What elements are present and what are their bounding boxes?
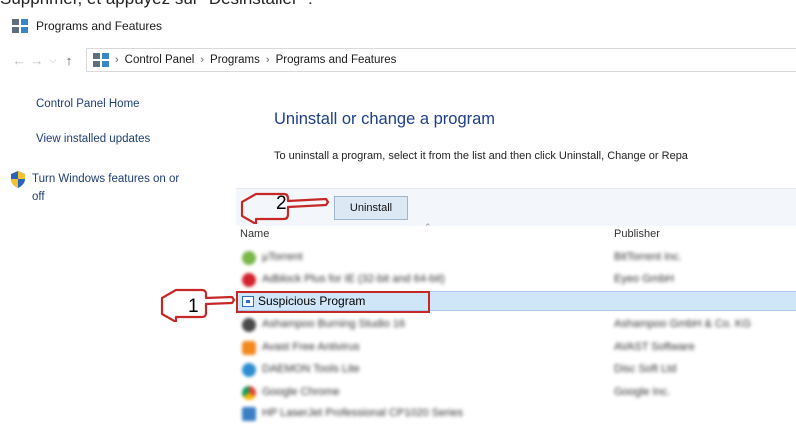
daemon-tools-icon [242, 363, 256, 377]
program-publisher: BitTorrent Inc. [614, 251, 682, 263]
ashampoo-icon [242, 318, 256, 332]
program-name: DAEMON Tools Lite [262, 363, 360, 375]
selection-highlight-box [236, 291, 430, 313]
program-row[interactable]: µTorrent BitTorrent Inc. [236, 248, 796, 268]
address-bar: ← → ⌵ ↑ › Control Panel › Programs › Pro… [10, 48, 796, 72]
callout-number-2: 2 [276, 193, 287, 214]
program-row[interactable]: Ashampoo Burning Studio 16 Ashampoo GmbH… [236, 315, 796, 335]
breadcrumb-programs-features[interactable]: Programs and Features [276, 54, 397, 66]
program-name: Ashampoo Burning Studio 16 [262, 318, 406, 330]
program-row[interactable]: DAEMON Tools Lite Disc Soft Ltd [236, 360, 796, 380]
program-publisher: Ashampoo GmbH & Co. KG [614, 318, 751, 330]
windows-features-label-line1: Turn Windows features on or [32, 173, 180, 185]
uninstall-button[interactable]: Uninstall [334, 196, 408, 220]
sidebar-link-windows-features[interactable]: Turn Windows features on or off [10, 170, 210, 206]
recent-locations-chevron-icon[interactable]: ⌵ [46, 55, 60, 66]
program-name: Avast Free Antivirus [262, 341, 360, 353]
window-titlebar: Programs and Features [12, 15, 162, 37]
program-name: Adblock Plus for IE (32-bit and 64-bit) [262, 273, 445, 285]
up-arrow-icon[interactable]: ↑ [60, 53, 78, 68]
sort-caret-icon: ⌃ [424, 222, 432, 232]
program-row-selected[interactable]: Suspicious Program [236, 291, 796, 313]
back-arrow-icon[interactable]: ← [10, 53, 28, 68]
control-panel-icon [93, 53, 109, 67]
tutorial-caption: Supprimer, et appuyez sur “Désinstaller”… [0, 0, 313, 9]
column-header-name[interactable]: Name [240, 228, 269, 240]
program-row[interactable]: Adblock Plus for IE (32-bit and 64-bit) … [236, 270, 796, 290]
programs-features-icon [12, 19, 28, 33]
program-publisher: AVAST Software [614, 341, 695, 353]
sidebar-link-installed-updates[interactable]: View installed updates [36, 133, 150, 145]
breadcrumb-separator-icon: › [265, 54, 270, 66]
utorrent-icon [242, 251, 256, 265]
sidebar-link-control-panel-home[interactable]: Control Panel Home [36, 98, 150, 110]
forward-arrow-icon[interactable]: → [28, 53, 46, 68]
breadcrumb-control-panel[interactable]: Control Panel [125, 54, 195, 66]
column-header-publisher[interactable]: Publisher [614, 228, 660, 240]
program-row[interactable]: HP LaserJet Professional CP1020 Series [236, 404, 796, 424]
sidebar: Control Panel Home View installed update… [11, 98, 179, 203]
window-title: Programs and Features [36, 19, 163, 33]
breadcrumb-programs[interactable]: Programs [210, 54, 260, 66]
breadcrumb-separator-icon: › [115, 54, 119, 66]
callout-number-1: 1 [188, 296, 199, 317]
program-row[interactable]: Google Chrome Google Inc. [236, 383, 796, 403]
uac-shield-icon [11, 171, 25, 188]
program-name: HP LaserJet Professional CP1020 Series [262, 407, 463, 419]
address-field[interactable]: › Control Panel › Programs › Programs an… [86, 48, 796, 72]
program-row[interactable]: Avast Free Antivirus AVAST Software [236, 338, 796, 358]
page-description: To uninstall a program, select it from t… [274, 150, 688, 162]
avast-icon [242, 341, 256, 355]
program-publisher: Eyeo GmbH [614, 273, 674, 285]
breadcrumb-separator-icon: › [200, 54, 205, 66]
program-publisher: Google Inc. [614, 386, 671, 398]
program-publisher: Disc Soft Ltd [614, 363, 677, 375]
program-name: µTorrent [262, 251, 303, 263]
windows-features-label-line2: off [32, 191, 45, 203]
page-title: Uninstall or change a program [274, 110, 496, 128]
program-name: Google Chrome [262, 386, 340, 398]
adblock-plus-icon [242, 273, 256, 287]
google-chrome-icon [242, 386, 256, 400]
hp-printer-icon [242, 407, 256, 421]
